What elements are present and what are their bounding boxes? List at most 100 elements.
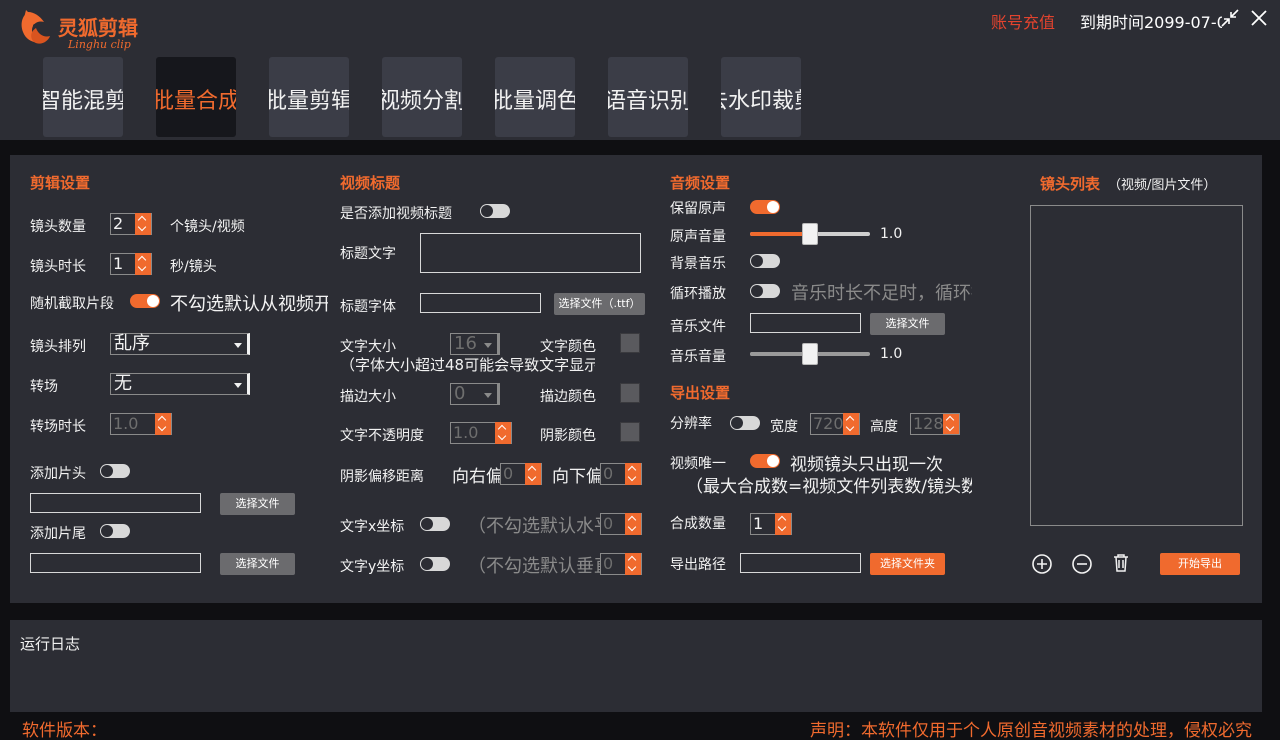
trash-icon[interactable] [1110, 552, 1132, 574]
bgm-toggle[interactable] [750, 254, 780, 268]
text-color-swatch[interactable] [620, 333, 640, 353]
tab-batch-color[interactable]: 批量调色 [495, 57, 575, 137]
transition-duration-label: 转场时长 [30, 419, 86, 435]
shadow-down-spinbox[interactable]: 0 [600, 463, 642, 485]
tab-watermark-crop[interactable]: 去水印裁剪 [721, 57, 801, 137]
random-clip-toggle[interactable] [130, 294, 160, 308]
shot-duration-spinbox[interactable]: 1 [110, 253, 152, 275]
fox-logo-icon [21, 10, 50, 44]
close-icon[interactable] [1249, 8, 1269, 28]
tab-batch-edit[interactable]: 批量剪辑 [269, 57, 349, 137]
y-coord-label: 文字y坐标 [340, 559, 405, 575]
original-volume-slider[interactable] [750, 222, 870, 246]
shot-duration-label: 镜头时长 [30, 259, 86, 275]
x-coord-spinbox[interactable]: 0 [600, 513, 642, 535]
music-volume-value: 1.0 [880, 346, 903, 362]
tab-batch-compose[interactable]: 批量合成 [156, 57, 236, 137]
music-volume-label: 音乐音量 [670, 349, 726, 365]
shadow-right-label: 向右偏移 [452, 467, 502, 487]
transition-duration-spinbox[interactable]: 1.0 [110, 413, 172, 435]
font-size-select[interactable]: 16 [450, 333, 500, 355]
intro-choose-file-button[interactable]: 选择文件 [220, 493, 295, 515]
spin-arrows-icon[interactable] [625, 463, 641, 485]
unique-hint-formula: （最大合成数=视频文件列表数/镜头数量） [686, 477, 972, 497]
choose-folder-button[interactable]: 选择文件夹 [870, 553, 945, 575]
export-path-input[interactable] [740, 553, 861, 573]
shot-count-unit: 个镜头/视频 [170, 219, 245, 235]
edit-section-title: 剪辑设置 [30, 174, 91, 192]
add-title-toggle[interactable] [480, 204, 510, 218]
music-file-input[interactable] [750, 313, 861, 333]
loop-toggle[interactable] [750, 284, 780, 298]
shot-list-title: 镜头列表 [1040, 175, 1101, 193]
shot-count-spinbox[interactable]: 2 [110, 213, 152, 235]
spin-arrows-icon[interactable] [495, 422, 511, 444]
app-subtitle: Linghu clip [68, 38, 131, 51]
slider-thumb[interactable] [802, 223, 818, 245]
font-choose-file-button[interactable]: 选择文件（.ttf） [554, 293, 645, 315]
spin-arrows-icon[interactable] [943, 414, 959, 434]
slider-thumb[interactable] [802, 343, 818, 365]
spin-arrows-icon[interactable] [625, 513, 641, 535]
outro-toggle[interactable] [100, 524, 130, 538]
arrangement-label: 镜头排列 [30, 339, 86, 355]
slider-fill [750, 352, 810, 356]
tab-video-split[interactable]: 视频分割 [382, 57, 462, 137]
start-export-button[interactable]: 开始导出 [1160, 553, 1240, 575]
shadow-right-spinbox[interactable]: 0 [500, 463, 542, 485]
keep-original-toggle[interactable] [750, 200, 780, 214]
width-value: 720 [813, 414, 844, 433]
y-coord-spinbox[interactable]: 0 [600, 553, 642, 575]
spin-arrows-icon[interactable] [843, 413, 859, 435]
outro-path-input[interactable] [30, 553, 201, 573]
shadow-color-swatch[interactable] [620, 422, 640, 442]
resolution-toggle[interactable] [730, 416, 760, 430]
opacity-spinbox[interactable]: 1.0 [450, 422, 512, 444]
intro-path-input[interactable] [30, 493, 201, 513]
resolution-label: 分辨率 [670, 416, 712, 432]
music-choose-file-button[interactable]: 选择文件 [870, 313, 945, 335]
spin-arrows-icon[interactable] [155, 413, 171, 435]
font-label: 标题字体 [340, 299, 396, 315]
shot-list-box[interactable] [1030, 205, 1243, 526]
transition-select[interactable]: 无 [110, 373, 250, 395]
spin-arrows-icon[interactable] [135, 253, 151, 275]
spin-arrows-icon[interactable] [625, 553, 641, 575]
remove-circle-icon[interactable] [1071, 553, 1093, 575]
outro-choose-file-button[interactable]: 选择文件 [220, 553, 295, 575]
log-panel[interactable]: 运行日志 [10, 620, 1262, 712]
count-spinbox[interactable]: 1 [750, 513, 792, 535]
transition-label: 转场 [30, 379, 58, 395]
height-spinbox[interactable]: 1280 [910, 413, 960, 435]
recharge-link[interactable]: 账号充值 [991, 9, 1055, 33]
log-title: 运行日志 [20, 635, 81, 653]
stroke-size-select[interactable]: 0 [450, 383, 500, 405]
tab-speech-recognition[interactable]: 语音识别 [608, 57, 688, 137]
font-path-input[interactable] [420, 293, 541, 313]
keep-original-label: 保留原声 [670, 201, 726, 217]
settings-panel: 剪辑设置 镜头数量 2 个镜头/视频 镜头时长 1 秒/镜头 随机截取片段 不勾… [10, 155, 1262, 603]
transition-value: 无 [114, 373, 132, 394]
x-coord-label: 文字x坐标 [340, 519, 405, 535]
spin-arrows-icon[interactable] [775, 513, 791, 535]
tab-smart-mix[interactable]: 智能混剪 [43, 57, 123, 137]
chevron-down-icon [484, 343, 492, 348]
shrink-icon[interactable] [1220, 8, 1240, 28]
add-circle-icon[interactable] [1031, 553, 1053, 575]
unique-toggle[interactable] [750, 454, 780, 468]
arrangement-select[interactable]: 乱序 [110, 333, 250, 355]
music-volume-slider[interactable] [750, 342, 870, 366]
chevron-down-icon [484, 393, 492, 398]
add-title-label: 是否添加视频标题 [340, 206, 452, 222]
title-text-input[interactable] [420, 233, 641, 273]
intro-toggle[interactable] [100, 464, 130, 478]
width-label: 宽度 [770, 419, 798, 435]
spin-arrows-icon[interactable] [525, 463, 541, 485]
spin-arrows-icon[interactable] [135, 213, 151, 235]
stroke-color-swatch[interactable] [620, 383, 640, 403]
shot-count-value: 2 [113, 214, 124, 233]
x-coord-toggle[interactable] [420, 517, 450, 531]
y-coord-toggle[interactable] [420, 557, 450, 571]
title-section-title: 视频标题 [340, 174, 401, 192]
width-spinbox[interactable]: 720 [810, 413, 860, 435]
